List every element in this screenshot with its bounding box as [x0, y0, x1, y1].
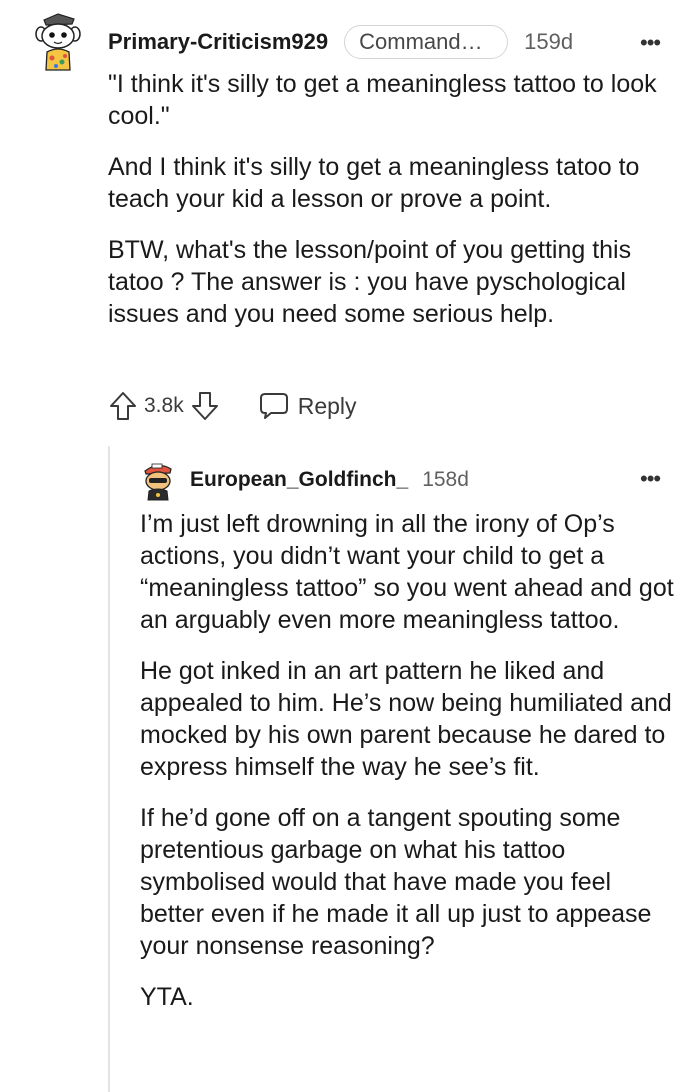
- timestamp: 158d: [422, 468, 469, 491]
- username[interactable]: European_Goldfinch_: [190, 468, 408, 492]
- comment-actions: 3.8k Reply: [108, 388, 357, 424]
- more-options-icon[interactable]: •••: [640, 30, 661, 56]
- comment-paragraph: And I think it's silly to get a meaningl…: [108, 153, 640, 213]
- avatar[interactable]: [34, 12, 82, 74]
- vote-count: 3.8k: [144, 394, 184, 417]
- downvote-button[interactable]: [190, 390, 220, 422]
- comment-body: "I think it's silly to get a meaningless…: [108, 68, 678, 349]
- timestamp: 159d: [524, 29, 574, 54]
- comment-paragraph: "I think it's silly to get a meaningless…: [108, 70, 657, 130]
- more-options-icon[interactable]: •••: [640, 466, 661, 492]
- reply-meta: European_Goldfinch_ 158d: [190, 464, 469, 496]
- username[interactable]: Primary-Criticism929: [108, 29, 328, 55]
- reply-paragraph: I’m just left drowning in all the irony …: [140, 510, 674, 634]
- arrow-up-icon: [110, 392, 136, 420]
- reply-body: I’m just left drowning in all the irony …: [140, 508, 675, 1032]
- user-flair: Commander i...: [344, 25, 509, 59]
- reply-paragraph: YTA.: [140, 983, 194, 1011]
- speech-bubble-icon: [259, 393, 288, 419]
- avatar[interactable]: [140, 461, 176, 501]
- reply-paragraph: He got inked in an art pattern he liked …: [140, 657, 672, 781]
- thread-line[interactable]: [108, 446, 110, 1092]
- reply-button[interactable]: Reply: [258, 391, 357, 421]
- reply-paragraph: If he’d gone off on a tangent spouting s…: [140, 804, 652, 960]
- comment-meta: Primary-Criticism929 Commander i... 159d: [108, 24, 573, 60]
- comment-paragraph: BTW, what's the lesson/point of you gett…: [108, 236, 632, 328]
- upvote-button[interactable]: [108, 390, 138, 422]
- arrow-down-icon: [191, 392, 218, 420]
- reply-label: Reply: [297, 392, 357, 419]
